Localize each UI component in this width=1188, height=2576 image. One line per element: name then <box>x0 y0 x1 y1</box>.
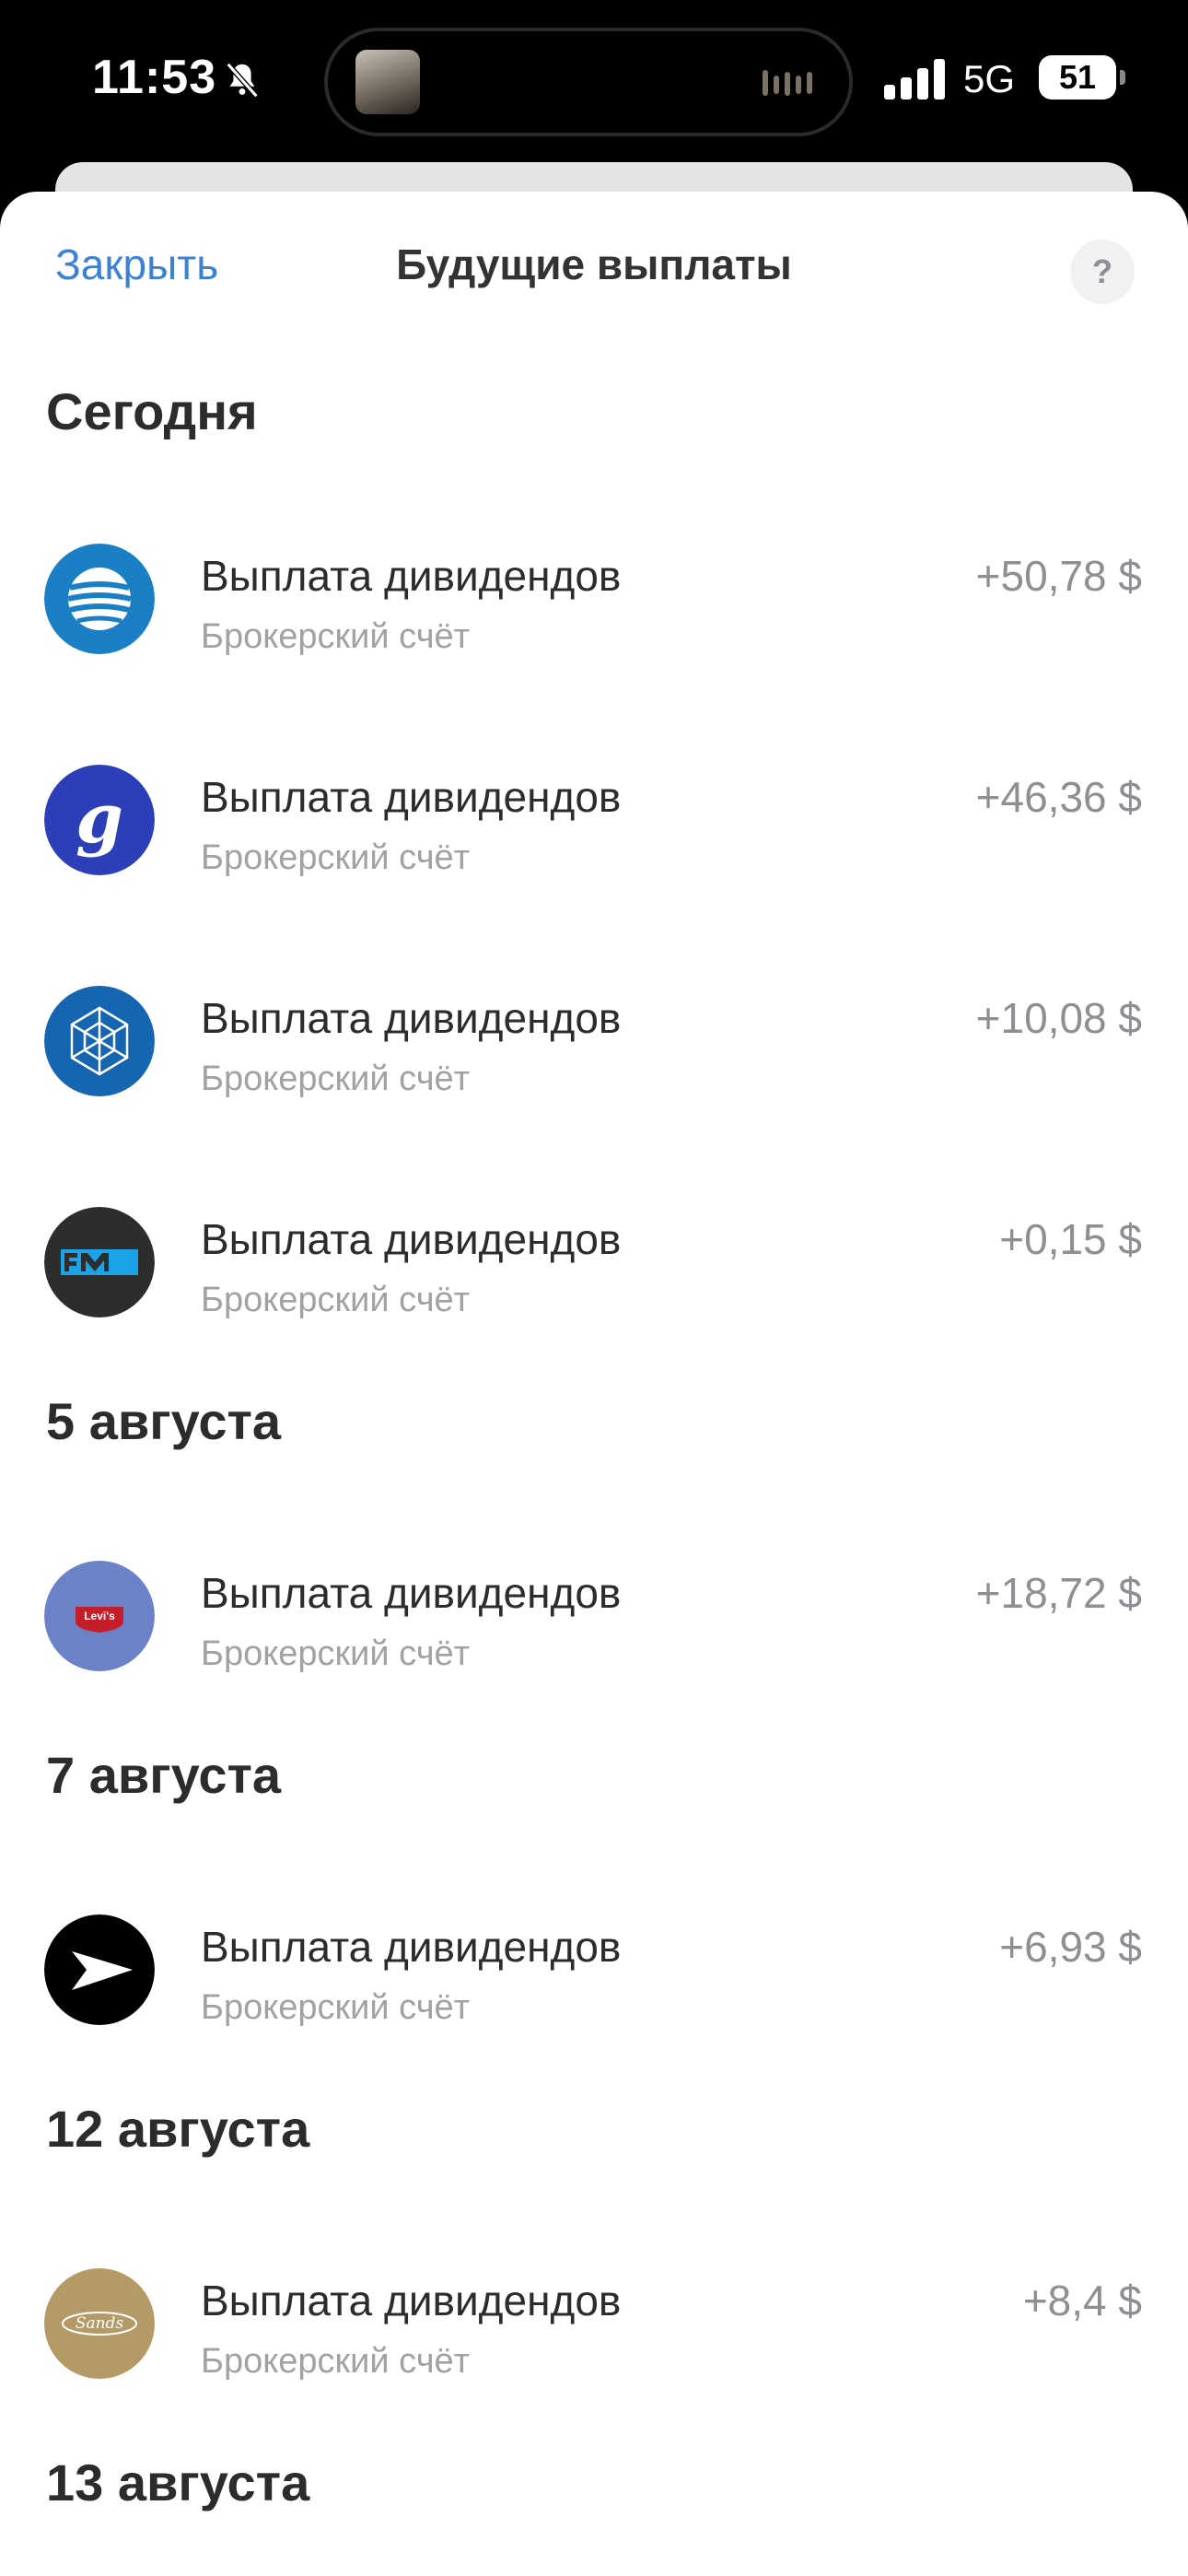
item-title: Выплата дивидендов <box>201 994 622 1042</box>
svg-text:g: g <box>76 779 123 859</box>
item-title: Выплата дивидендов <box>201 773 622 821</box>
section-title: 13 августа <box>46 2453 310 2512</box>
item-amount: +10,08 $ <box>975 994 1142 1042</box>
item-title: Выплата дивидендов <box>201 2277 622 2324</box>
section-title: 12 августа <box>46 2100 310 2158</box>
item-amount: +18,72 $ <box>975 1569 1142 1617</box>
item-amount: +8,4 $ <box>1022 2277 1142 2324</box>
network-type: 5G <box>963 57 1016 100</box>
help-button[interactable]: ? <box>1070 240 1135 304</box>
section-title: 7 августа <box>46 1746 282 1804</box>
list-item[interactable]: Выплата дивидендов Брокерский счёт +6,93… <box>0 1896 1188 2080</box>
status-bar: 11:53 5G 51 <box>0 0 1188 166</box>
battery-icon: 51 <box>1039 55 1125 100</box>
battery-level: 51 <box>1058 58 1097 96</box>
list-item[interactable]: g Выплата дивидендов Брокерский счёт +46… <box>0 746 1188 931</box>
levis-logo-icon: Levi's <box>44 1561 155 1671</box>
levis-logo-text: Levi's <box>84 1610 115 1622</box>
list-item[interactable]: Выплата дивидендов Брокерский счёт +10,0… <box>0 967 1188 1152</box>
item-amount: +46,36 $ <box>975 773 1142 821</box>
general-mills-logo-icon: g <box>44 765 155 875</box>
item-subtitle: Брокерский счёт <box>201 2342 471 2381</box>
list-item[interactable]: Выплата дивидендов Брокерский счёт +0,15… <box>0 1188 1188 1373</box>
item-title: Выплата дивидендов <box>201 552 622 600</box>
audio-wave-icon <box>763 70 812 96</box>
list-item[interactable]: Sands Выплата дивидендов Брокерский счёт… <box>0 2250 1188 2434</box>
list-item[interactable]: Выплата дивидендов Брокерский счёт +50,7… <box>0 525 1188 709</box>
att-logo-icon <box>44 544 155 654</box>
item-amount: +6,93 $ <box>999 1923 1142 1971</box>
item-amount: +50,78 $ <box>975 552 1142 600</box>
list-item[interactable]: Levi's Выплата дивидендов Брокерский счё… <box>0 1542 1188 1727</box>
future-payments-sheet: Закрыть Будущие выплаты ? Сегодня Выплат… <box>0 192 1188 2576</box>
item-subtitle: Брокерский счёт <box>201 617 471 656</box>
item-title: Выплата дивидендов <box>201 1215 622 1263</box>
status-time: 11:53 <box>92 51 217 104</box>
item-subtitle: Брокерский счёт <box>201 1281 471 1319</box>
fm-logo-icon <box>44 1207 155 1317</box>
item-subtitle: Брокерский счёт <box>201 1988 471 2027</box>
sands-logo-text: Sands <box>76 2314 124 2333</box>
sheet-title: Будущие выплаты <box>396 240 792 288</box>
item-subtitle: Брокерский счёт <box>201 1634 471 1673</box>
dynamic-island[interactable] <box>324 28 853 136</box>
sands-logo-icon: Sands <box>44 2268 155 2379</box>
item-amount: +0,15 $ <box>999 1215 1142 1263</box>
section-title: Сегодня <box>46 382 258 440</box>
star-logo-icon <box>44 986 155 1096</box>
item-subtitle: Брокерский счёт <box>201 1060 471 1098</box>
item-title: Выплата дивидендов <box>201 1569 622 1617</box>
cellular-signal-icon <box>884 59 945 100</box>
arrow-logo-icon <box>44 1914 155 2025</box>
bell-muted-icon <box>226 62 259 99</box>
item-title: Выплата дивидендов <box>201 1923 622 1971</box>
now-playing-artwork <box>355 50 420 114</box>
item-subtitle: Брокерский счёт <box>201 838 471 877</box>
section-title: 5 августа <box>46 1392 282 1450</box>
